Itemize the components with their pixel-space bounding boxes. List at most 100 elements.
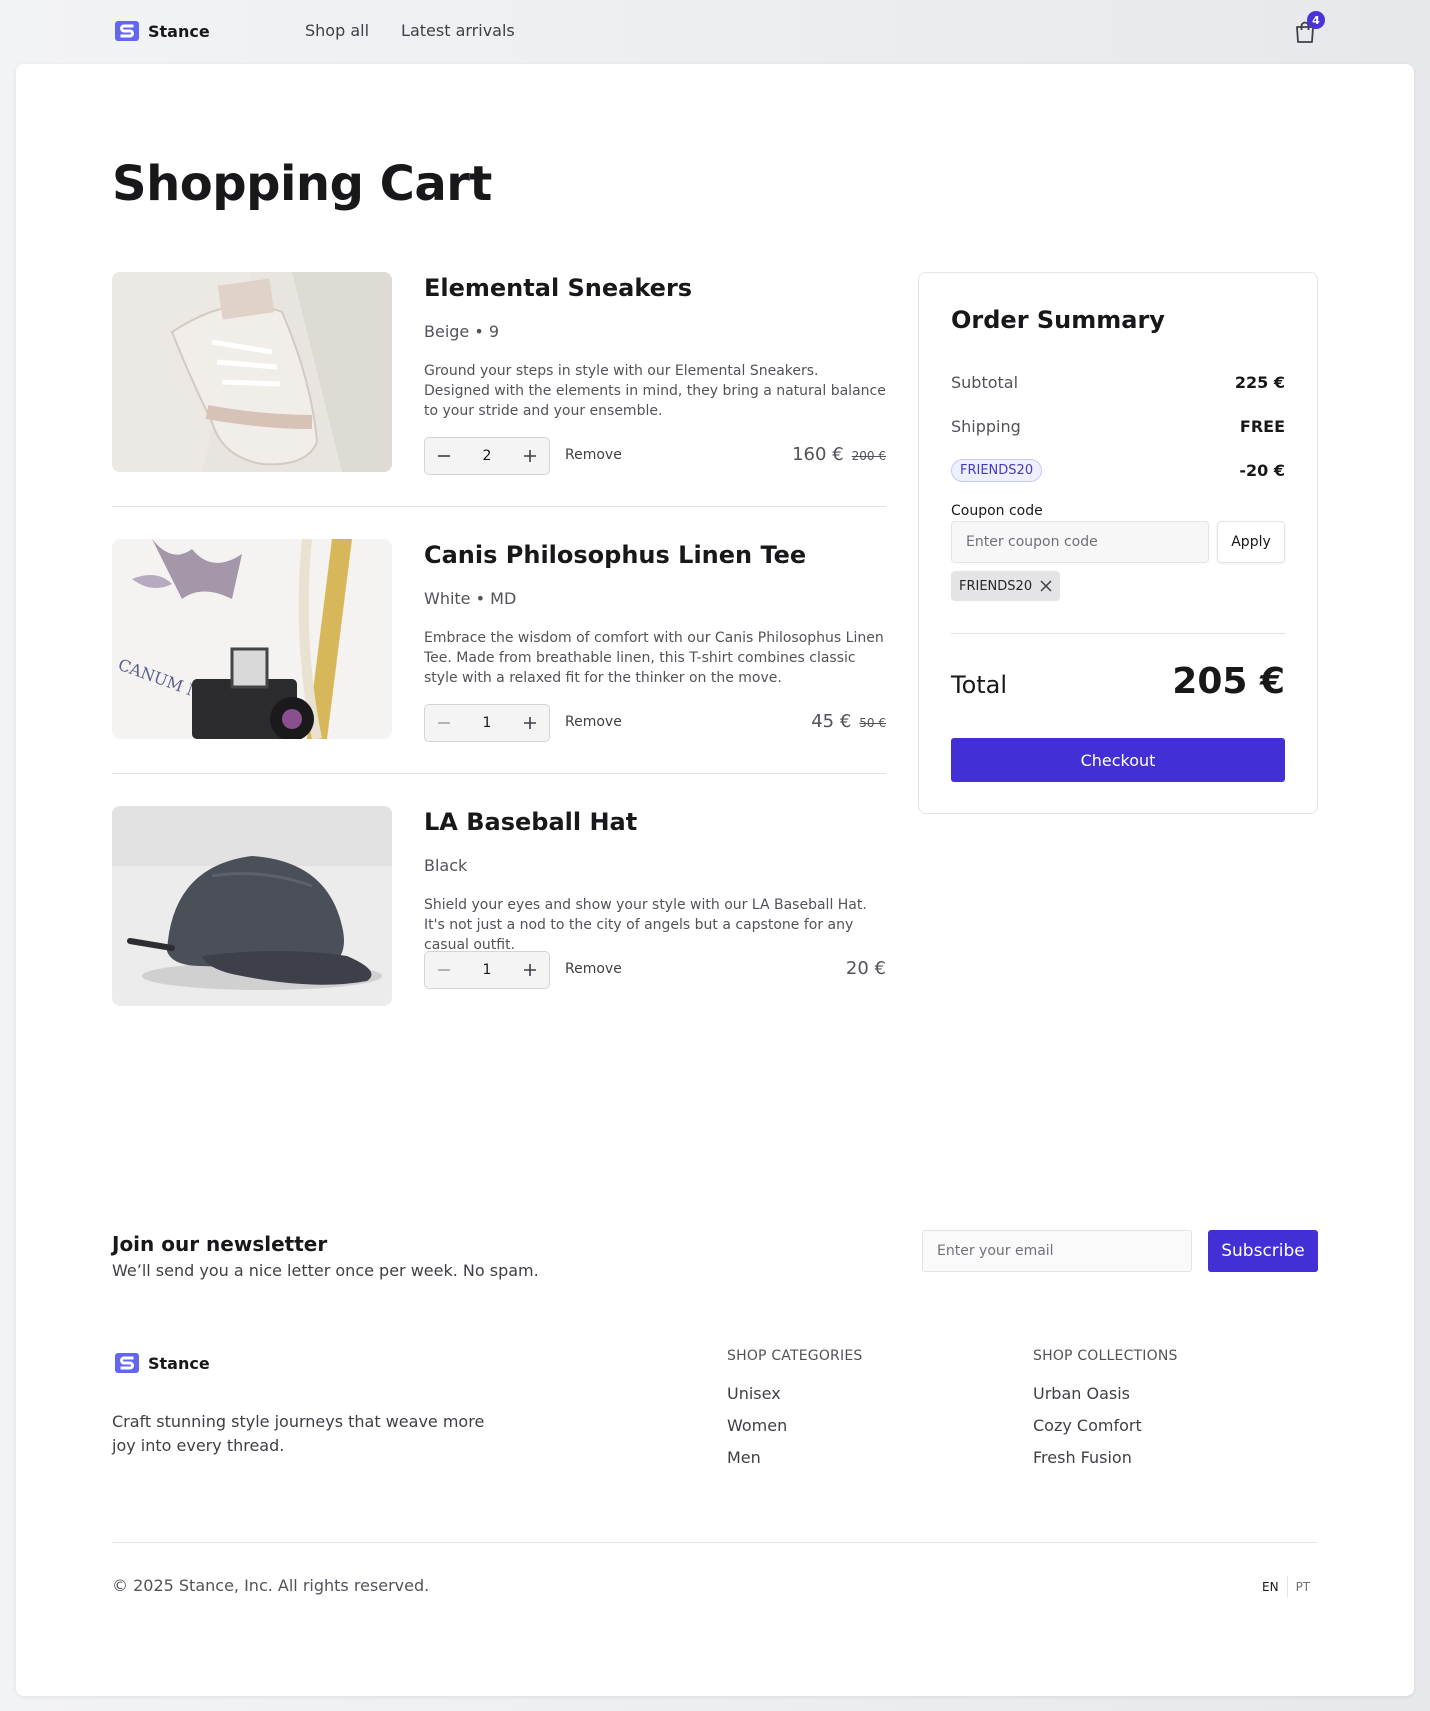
total-label: Total: [951, 671, 1008, 699]
product-image-baseball-hat[interactable]: [112, 806, 392, 1006]
cart-item-info: Elemental Sneakers Beige • 9 Ground your…: [424, 272, 886, 421]
item-description: Embrace the wisdom of comfort with our C…: [424, 630, 884, 686]
nav-latest-arrivals[interactable]: Latest arrivals: [401, 21, 515, 40]
product-image-linen-tee[interactable]: CANUM MEUM: [112, 539, 392, 739]
footer-link-women[interactable]: Women: [727, 1416, 862, 1435]
coupon-code-label: Coupon code: [951, 503, 1043, 519]
discount-row: FRIENDS20 -20 €: [951, 459, 1285, 485]
shipping-value: FREE: [1239, 417, 1285, 436]
item-controls: 2 Remove 160 € 200 €: [424, 437, 886, 475]
current-price: 20 €: [845, 958, 886, 979]
item-price: 20 €: [846, 958, 886, 979]
item-description: Shield your eyes and show your style wit…: [424, 897, 867, 953]
item-description: Ground your steps in style with our Elem…: [424, 363, 886, 419]
original-price: 200 €: [851, 449, 886, 463]
item-variant: Black: [424, 856, 468, 875]
subtotal-value: 225 €: [1234, 373, 1285, 392]
footer-collections-column: SHOP COLLECTIONS Urban Oasis Cozy Comfor…: [1033, 1348, 1178, 1480]
cart-item-info: LA Baseball Hat Black Shield your eyes a…: [424, 806, 886, 955]
remove-item-button[interactable]: Remove: [565, 961, 622, 977]
copyright-text: © 2025 Stance, Inc. All rights reserved.: [112, 1576, 430, 1595]
close-icon[interactable]: [1040, 580, 1052, 592]
discount-code-badge: FRIENDS20: [951, 459, 1043, 482]
subtotal-row: Subtotal 225 €: [951, 373, 1285, 397]
total-value: 205 €: [1172, 661, 1285, 702]
minus-icon: [438, 722, 450, 724]
subscribe-button[interactable]: Subscribe: [1208, 1230, 1318, 1272]
item-divider: [112, 773, 886, 774]
stance-logo-icon: [115, 1353, 139, 1373]
item-controls: 1 Remove 20 €: [424, 951, 886, 989]
order-summary-title: Order Summary: [951, 306, 1165, 334]
applied-coupon-code: FRIENDS20: [959, 578, 1033, 594]
stance-logo-icon: [115, 21, 139, 41]
remove-item-button[interactable]: Remove: [565, 714, 622, 730]
nav-shop-all[interactable]: Shop all: [305, 21, 369, 40]
quantity-stepper: 2: [424, 437, 550, 475]
page-title: Shopping Cart: [112, 156, 492, 212]
footer-brand-logo[interactable]: Stance: [115, 1352, 210, 1374]
minus-icon: [438, 455, 450, 457]
newsletter-email-input[interactable]: [922, 1230, 1192, 1272]
language-pt[interactable]: PT: [1288, 1580, 1319, 1594]
item-title[interactable]: Canis Philosophus Linen Tee: [424, 541, 886, 569]
plus-icon: [524, 450, 536, 462]
shipping-label: Shipping: [951, 417, 1021, 436]
footer-link-urban-oasis[interactable]: Urban Oasis: [1033, 1384, 1178, 1403]
cart-item: LA Baseball Hat Black Shield your eyes a…: [112, 806, 886, 1006]
remove-item-button[interactable]: Remove: [565, 447, 622, 463]
item-title[interactable]: LA Baseball Hat: [424, 808, 886, 836]
brand-name: Stance: [148, 21, 210, 41]
item-price: 160 € 200 €: [792, 444, 886, 465]
shipping-row: Shipping FREE: [951, 417, 1285, 441]
footer-link-cozy-comfort[interactable]: Cozy Comfort: [1033, 1416, 1178, 1435]
applied-coupon-tag: FRIENDS20: [951, 571, 1061, 601]
quantity-value: 1: [482, 715, 492, 731]
discount-value: -20 €: [1239, 461, 1285, 480]
plus-icon: [524, 717, 536, 729]
quantity-stepper: 1: [424, 704, 550, 742]
brand-logo-link[interactable]: Stance: [115, 20, 210, 42]
footer-link-fresh-fusion[interactable]: Fresh Fusion: [1033, 1448, 1178, 1467]
categories-heading: SHOP CATEGORIES: [727, 1348, 863, 1364]
decrease-quantity-button[interactable]: [425, 438, 463, 474]
item-divider: [112, 506, 886, 507]
language-en[interactable]: EN: [1254, 1580, 1287, 1594]
newsletter-title: Join our newsletter: [112, 1232, 328, 1256]
cart-item: CANUM MEUM Canis Philosophus Linen Tee W…: [112, 539, 886, 742]
apply-coupon-button[interactable]: Apply: [1217, 521, 1285, 563]
decrease-quantity-button[interactable]: [425, 952, 463, 988]
footer-divider: [112, 1542, 1318, 1543]
checkout-button[interactable]: Checkout: [951, 738, 1285, 782]
quantity-value: 1: [482, 962, 492, 978]
original-price: 50 €: [859, 716, 886, 730]
decrease-quantity-button[interactable]: [425, 705, 463, 741]
increase-quantity-button[interactable]: [511, 705, 549, 741]
cart-item: Elemental Sneakers Beige • 9 Ground your…: [112, 272, 886, 475]
subtotal-label: Subtotal: [951, 373, 1019, 392]
language-switcher: EN PT: [1254, 1576, 1318, 1598]
plus-icon: [524, 964, 536, 976]
minus-icon: [438, 969, 450, 971]
cart-count-badge: 4: [1307, 11, 1325, 29]
increase-quantity-button[interactable]: [511, 952, 549, 988]
top-navigation: Stance Shop all Latest arrivals 4: [0, 0, 1430, 64]
product-image-sneakers[interactable]: [112, 272, 392, 472]
coupon-code-input[interactable]: [951, 521, 1209, 563]
current-price: 160 €: [792, 444, 844, 465]
footer-tagline: Craft stunning style journeys that weave…: [112, 1412, 485, 1455]
current-price: 45 €: [811, 711, 852, 732]
item-price: 45 € 50 €: [811, 711, 886, 732]
footer-link-unisex[interactable]: Unisex: [727, 1384, 862, 1403]
newsletter-subtitle: We’ll send you a nice letter once per we…: [112, 1261, 539, 1280]
quantity-value: 2: [482, 448, 492, 464]
main-nav: Shop all Latest arrivals: [305, 21, 515, 40]
summary-divider: [951, 633, 1285, 634]
item-controls: 1 Remove 45 € 50 €: [424, 704, 886, 742]
item-variant: White • MD: [424, 589, 517, 608]
footer-link-men[interactable]: Men: [727, 1448, 862, 1467]
collections-heading: SHOP COLLECTIONS: [1033, 1348, 1178, 1364]
footer-categories-column: SHOP CATEGORIES Unisex Women Men: [727, 1348, 862, 1480]
item-title[interactable]: Elemental Sneakers: [424, 274, 886, 302]
increase-quantity-button[interactable]: [511, 438, 549, 474]
